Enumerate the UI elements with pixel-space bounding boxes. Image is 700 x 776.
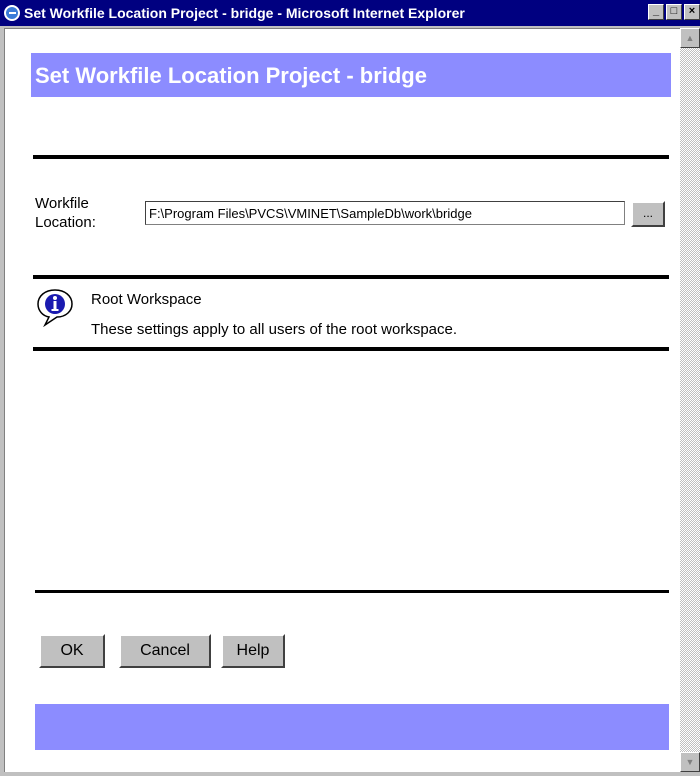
window-title: Set Workfile Location Project - bridge -… — [24, 5, 465, 21]
page-title: Set Workfile Location Project - bridge — [35, 63, 427, 88]
workfile-location-input[interactable] — [145, 201, 625, 225]
scroll-down-button[interactable]: ▼ — [680, 752, 700, 772]
page-header: Set Workfile Location Project - bridge — [31, 53, 671, 97]
browse-button[interactable]: ... — [631, 201, 665, 227]
workfile-location-label: Workfile Location: — [35, 195, 96, 231]
page-footer — [35, 704, 669, 750]
close-button[interactable]: × — [684, 4, 700, 20]
vertical-scrollbar[interactable]: ▲ ▼ — [680, 28, 700, 772]
window-controls: _ □ × — [648, 4, 700, 20]
divider — [33, 275, 669, 279]
divider — [35, 590, 669, 593]
ok-button[interactable]: OK — [39, 634, 105, 668]
cancel-button[interactable]: Cancel — [119, 634, 211, 668]
internet-explorer-icon — [4, 5, 20, 21]
scroll-up-button[interactable]: ▲ — [680, 28, 700, 48]
info-title: Root Workspace — [91, 291, 202, 308]
divider — [33, 155, 669, 159]
page-content: Set Workfile Location Project - bridge W… — [4, 28, 680, 772]
minimize-button[interactable]: _ — [648, 4, 664, 20]
maximize-button[interactable]: □ — [666, 4, 682, 20]
browser-window: Set Workfile Location Project - bridge -… — [0, 0, 700, 776]
title-bar[interactable]: Set Workfile Location Project - bridge -… — [0, 0, 700, 26]
info-text: These settings apply to all users of the… — [91, 321, 458, 338]
divider — [33, 347, 669, 351]
help-button[interactable]: Help — [221, 634, 285, 668]
info-icon — [37, 289, 73, 327]
